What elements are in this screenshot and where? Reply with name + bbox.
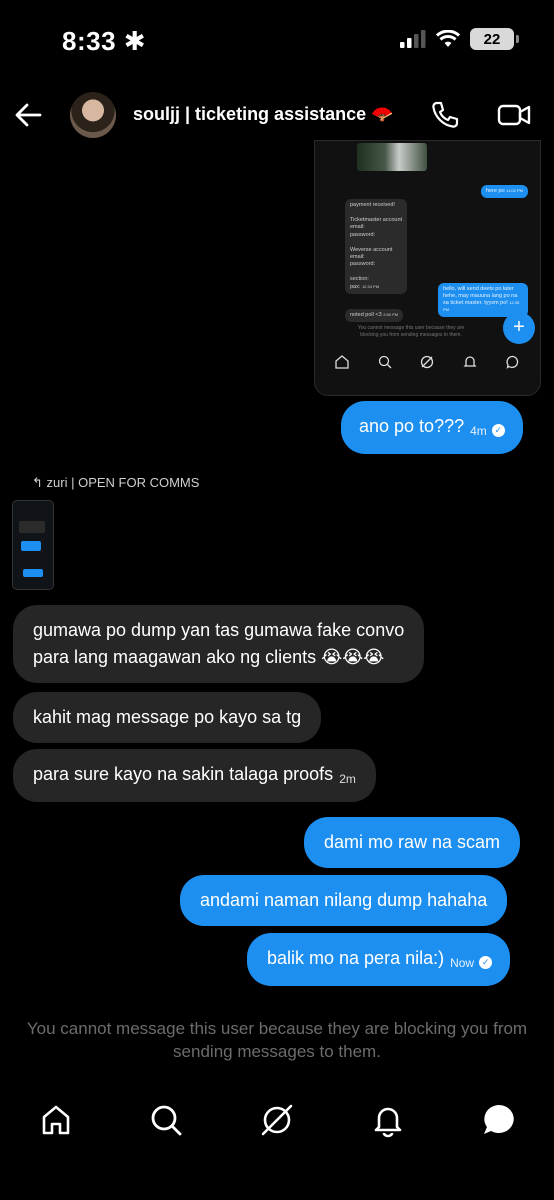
- message-text-line: gumawa po dump yan tas gumawa fake convo: [33, 620, 405, 640]
- compass-icon: [421, 355, 434, 369]
- blocked-notice: You cannot message this user because the…: [26, 1019, 528, 1061]
- reply-arrow-icon: ↰: [32, 475, 43, 490]
- message-incoming[interactable]: para sure kayo na sakin talaga proofs 2m: [13, 749, 376, 802]
- seen-check-icon: ✓: [491, 424, 505, 437]
- status-bar: 8:33 ✱ 22: [0, 0, 554, 84]
- bell-icon[interactable]: [370, 1102, 406, 1138]
- phone-icon[interactable]: [428, 98, 462, 132]
- image-attachment[interactable]: here po 11:02 PM payment received! Ticke…: [314, 140, 541, 396]
- message-outgoing[interactable]: balik mo na pera nila:) Now ✓: [247, 933, 511, 986]
- home-icon[interactable]: [38, 1102, 74, 1138]
- moon-icon: ✱: [123, 26, 147, 56]
- status-icons: 22: [400, 28, 519, 50]
- message-outgoing[interactable]: dami mo raw na scam: [304, 817, 521, 868]
- embedded-photo: [357, 143, 427, 171]
- chat-icon[interactable]: [481, 1102, 517, 1138]
- embedded-new-message-button: +: [503, 312, 535, 344]
- thumb-detail: [23, 569, 43, 577]
- search-icon[interactable]: [148, 1102, 184, 1138]
- message-text: andami naman nilang dump hahaha: [200, 890, 488, 910]
- bell-icon: [463, 356, 477, 367]
- chat-header: souljj | ticketing assistance 🪭: [0, 84, 554, 146]
- message-text: dami mo raw na scam: [324, 832, 501, 852]
- message-time: 4m: [470, 424, 487, 438]
- message-time: Now: [450, 956, 475, 970]
- wifi-icon: [436, 30, 460, 47]
- avatar[interactable]: [70, 92, 116, 138]
- thumb-detail: [21, 541, 41, 551]
- back-arrow-icon[interactable]: [12, 98, 46, 132]
- embedded-blocked-note: You cannot message this user because the…: [357, 325, 465, 338]
- embedded-bubble-noted: noted poll <3 2:50 PM: [345, 309, 404, 323]
- chat-title[interactable]: souljj | ticketing assistance 🪭: [133, 104, 394, 125]
- message-incoming[interactable]: gumawa po dump yan tas gumawa fake convo…: [13, 605, 425, 683]
- home-icon: [335, 355, 349, 369]
- message-text: balik mo na pera nila:): [267, 948, 445, 968]
- status-time: 8:33 ✱: [62, 26, 147, 56]
- compass-icon[interactable]: [259, 1102, 295, 1138]
- search-icon: [378, 355, 392, 369]
- message-text: ano po to???: [359, 416, 465, 436]
- bottom-navigation: [0, 1090, 554, 1150]
- replied-image-thumbnail[interactable]: [12, 500, 54, 590]
- message-text: kahit mag message po kayo sa tg: [33, 707, 302, 727]
- reply-context: ↰ zuri | OPEN FOR COMMS: [32, 475, 200, 490]
- embedded-bubble-received: payment received! Ticketmaster account e…: [345, 199, 408, 295]
- battery-indicator: 22: [470, 28, 519, 50]
- message-text-line: para lang maagawan ako ng clients 😭😭😭: [33, 647, 385, 667]
- seen-check-icon: ✓: [479, 956, 493, 969]
- embedded-bottom-nav: [315, 347, 540, 377]
- signal-icon: [400, 30, 426, 48]
- message-incoming[interactable]: kahit mag message po kayo sa tg: [13, 692, 322, 743]
- thumb-detail: [19, 521, 45, 533]
- message-outgoing[interactable]: ano po to??? 4m ✓: [341, 401, 523, 454]
- video-camera-icon[interactable]: [496, 98, 532, 132]
- embedded-bubble-here-po: here po 11:02 PM: [480, 185, 528, 198]
- message-outgoing[interactable]: andami naman nilang dump hahaha: [180, 875, 508, 926]
- message-text: para sure kayo na sakin talaga proofs: [33, 764, 334, 784]
- message-time: 2m: [339, 772, 356, 786]
- chat-icon: [506, 355, 518, 369]
